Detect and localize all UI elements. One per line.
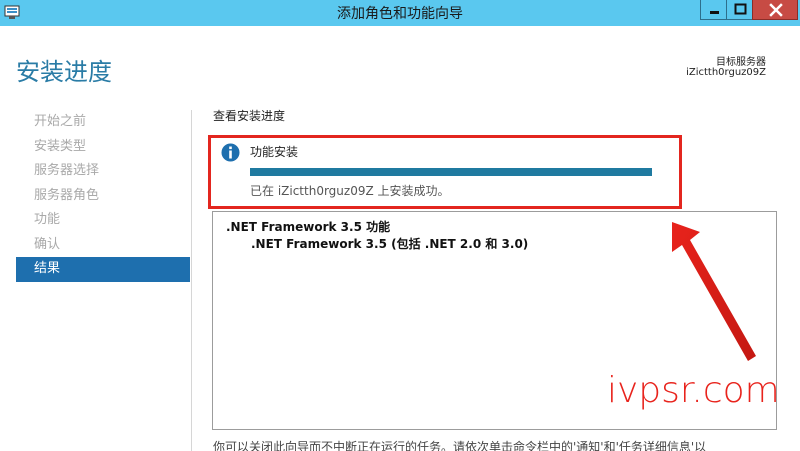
watermark-text: ivpsr.com — [607, 370, 780, 411]
target-server-label: 目标服务器 — [716, 57, 766, 68]
section-heading: 查看安装进度 — [213, 109, 286, 123]
maximize-icon — [734, 3, 747, 15]
wizard-window: 添加角色和功能向导 安装进度 目标服务器 iZictth0rguz09Z 开始之… — [0, 0, 800, 451]
close-button[interactable] — [752, 0, 798, 20]
minimize-icon — [710, 11, 719, 14]
nav-item-features[interactable]: 功能 — [16, 208, 190, 233]
page-title: 安装进度 — [16, 58, 112, 86]
minimize-button[interactable] — [700, 0, 727, 20]
wizard-footer-note: 你可以关闭此向导而不中断正在运行的任务。请依次单击命令栏中的'通知'和'任务详细… — [213, 440, 707, 451]
result-subfeature-item: .NET Framework 3.5 (包括 .NET 2.0 和 3.0) — [251, 237, 529, 251]
nav-item-confirmation[interactable]: 确认 — [16, 233, 190, 258]
nav-item-before-you-begin[interactable]: 开始之前 — [16, 110, 190, 135]
nav-item-installation-type[interactable]: 安装类型 — [16, 135, 190, 160]
result-feature-item: .NET Framework 3.5 功能 — [226, 220, 391, 234]
close-icon — [769, 3, 783, 17]
nav-item-server-selection[interactable]: 服务器选择 — [16, 159, 190, 184]
annotation-highlight-box — [208, 135, 682, 209]
target-server-name: iZictth0rguz09Z — [686, 67, 766, 78]
wizard-nav: 开始之前 安装类型 服务器选择 服务器角色 功能 确认 结果 — [16, 110, 190, 282]
nav-item-server-roles[interactable]: 服务器角色 — [16, 184, 190, 209]
nav-item-results[interactable]: 结果 — [16, 257, 190, 282]
window-title: 添加角色和功能向导 — [337, 6, 463, 22]
title-bar[interactable]: 添加角色和功能向导 — [0, 0, 800, 26]
nav-divider — [191, 110, 192, 451]
maximize-button[interactable] — [726, 0, 753, 20]
